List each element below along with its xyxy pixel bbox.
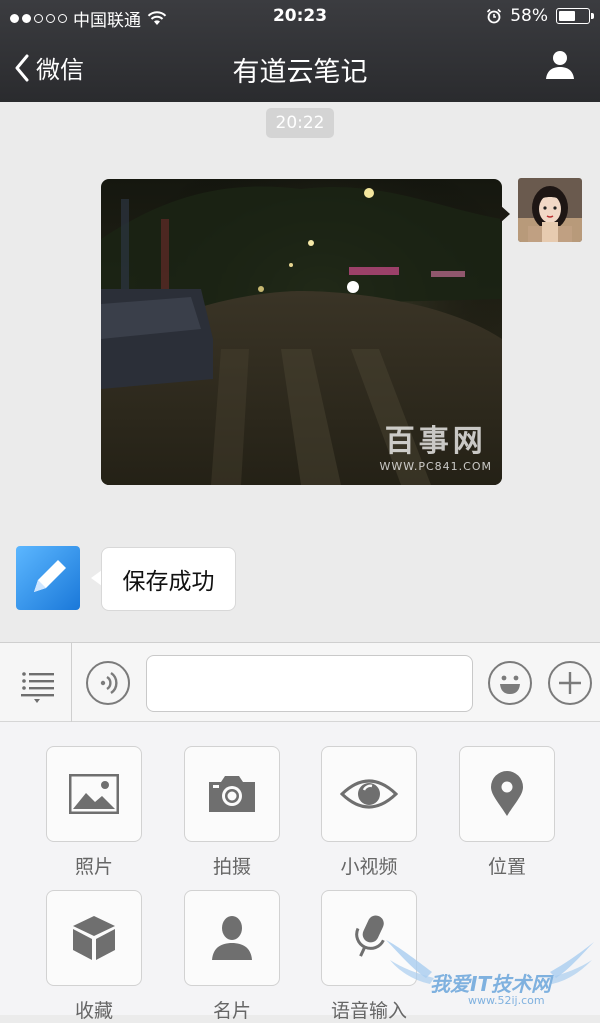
watermark-brand: 百事网 [384, 424, 487, 459]
person-icon [546, 51, 574, 79]
panel-item-photo[interactable]: 照片 [46, 746, 142, 879]
message-text: 保存成功 [122, 569, 215, 595]
pencil-icon [34, 560, 66, 592]
battery-icon [556, 8, 594, 24]
panel-item-label: 小视频 [340, 856, 398, 878]
site-watermark: 我爱IT技术网 www.52ij.com [386, 938, 596, 1010]
avatar[interactable] [518, 178, 582, 242]
bubble-tail [500, 205, 510, 223]
youdao-note-avatar[interactable] [16, 546, 80, 610]
top-bar: 中国联通 20:23 58% 微信 有道云笔记 [0, 0, 600, 102]
panel-item-favorites[interactable]: 收藏 [46, 890, 142, 1023]
camera-icon [209, 776, 255, 812]
emoji-button[interactable] [488, 661, 532, 705]
panel-item-label: 照片 [74, 856, 113, 878]
profile-button[interactable] [544, 48, 576, 84]
panel-item-label: 位置 [487, 856, 526, 878]
menu-toggle-button[interactable] [0, 643, 72, 722]
alarm-icon [487, 8, 502, 24]
panel-item-business-card[interactable]: 名片 [184, 890, 280, 1023]
plus-icon [559, 672, 581, 694]
photo-icon [69, 774, 119, 814]
watermark-text: 我爱IT技术网 [430, 972, 552, 996]
status-right: 58% [486, 6, 594, 26]
cube-icon [73, 916, 115, 960]
watermark-url: WWW.PC841.COM [379, 460, 492, 473]
navigation-bar: 微信 有道云笔记 [0, 34, 600, 102]
smiley-icon [500, 675, 520, 694]
status-bar: 中国联通 20:23 58% [0, 0, 600, 34]
battery-percent: 58% [510, 6, 548, 26]
list-menu-icon [21, 672, 54, 703]
page-title: 有道云笔记 [232, 57, 368, 88]
microphone-icon [355, 915, 385, 957]
message-timestamp: 20:22 [266, 108, 334, 138]
panel-item-short-video[interactable]: 小视频 [321, 746, 417, 879]
person-card-icon [212, 916, 252, 960]
panel-item-label: 收藏 [74, 1000, 113, 1022]
watermark-url: www.52ij.com [468, 994, 545, 1007]
panel-item-label: 名片 [212, 1000, 251, 1022]
panel-item-label: 拍摄 [212, 856, 251, 878]
more-button[interactable] [548, 661, 592, 705]
photo-watermark: 百事网 WWW.PC841.COM [380, 416, 493, 473]
location-pin-icon [491, 771, 523, 816]
voice-icon [100, 672, 118, 694]
eye-icon [340, 779, 398, 809]
message-input[interactable] [146, 655, 473, 712]
image-message[interactable]: 百事网 WWW.PC841.COM [101, 179, 502, 485]
panel-item-location[interactable]: 位置 [459, 746, 555, 879]
panel-item-camera[interactable]: 拍摄 [184, 746, 280, 879]
voice-toggle-button[interactable] [86, 661, 130, 705]
text-message[interactable]: 保存成功 [101, 547, 236, 611]
input-bar [0, 642, 600, 722]
